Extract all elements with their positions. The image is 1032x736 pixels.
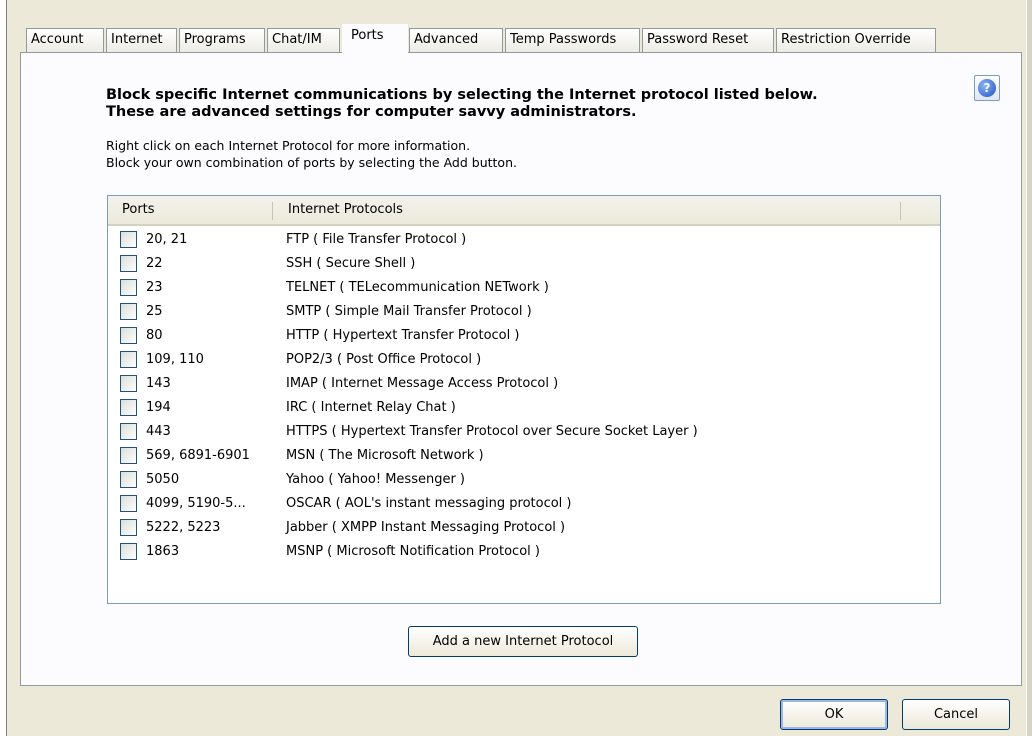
table-row[interactable]: 5050 Yahoo ( Yahoo! Messenger ) bbox=[108, 468, 940, 492]
page-heading: Block specific Internet communications b… bbox=[106, 87, 926, 121]
table-row[interactable]: 194 IRC ( Internet Relay Chat ) bbox=[108, 396, 940, 420]
port-cell: 5222, 5223 bbox=[146, 520, 221, 535]
tab-password-reset[interactable]: Password Reset bbox=[642, 28, 774, 52]
table-row[interactable]: 443 HTTPS ( Hypertext Transfer Protocol o… bbox=[108, 420, 940, 444]
table-row[interactable]: 1863 MSNP ( Microsoft Notification Protoc… bbox=[108, 540, 940, 564]
protocol-cell: HTTPS ( Hypertext Transfer Protocol over… bbox=[286, 424, 698, 439]
block-port-checkbox[interactable] bbox=[120, 399, 137, 416]
table-row[interactable]: 23 TELNET ( TELecommunication NETwork ) bbox=[108, 276, 940, 300]
heading-line-2: These are advanced settings for computer… bbox=[106, 104, 637, 120]
block-port-checkbox[interactable] bbox=[120, 519, 137, 536]
protocol-cell: Yahoo ( Yahoo! Messenger ) bbox=[286, 472, 466, 487]
port-cell: 443 bbox=[146, 424, 171, 439]
table-row[interactable]: 569, 6891-6901 MSN ( The Microsoft Networ… bbox=[108, 444, 940, 468]
port-cell: 194 bbox=[146, 400, 171, 415]
tab-internet[interactable]: Internet bbox=[106, 28, 177, 52]
port-cell: 109, 110 bbox=[146, 352, 204, 367]
block-port-checkbox[interactable] bbox=[120, 471, 137, 488]
table-row[interactable]: 80 HTTP ( Hypertext Transfer Protocol ) bbox=[108, 324, 940, 348]
window-left-edge bbox=[0, 0, 7, 736]
table-row[interactable]: 20, 21 FTP ( File Transfer Protocol ) bbox=[108, 228, 940, 252]
window-right-edge bbox=[1026, 0, 1032, 736]
block-port-checkbox[interactable] bbox=[120, 327, 137, 344]
intro-line-1: Right click on each Internet Protocol fo… bbox=[106, 138, 471, 153]
help-icon: ? bbox=[978, 79, 996, 97]
protocol-cell: OSCAR ( AOL's instant messaging protocol… bbox=[286, 496, 572, 511]
tab-chat-im[interactable]: Chat/IM bbox=[267, 28, 340, 52]
protocol-cell: MSN ( The Microsoft Network ) bbox=[286, 448, 484, 463]
column-divider[interactable] bbox=[900, 202, 901, 220]
protocol-cell: SSH ( Secure Shell ) bbox=[286, 256, 416, 271]
block-port-checkbox[interactable] bbox=[120, 231, 137, 248]
column-header-protocols[interactable]: Internet Protocols bbox=[274, 196, 900, 224]
column-header-ports[interactable]: Ports bbox=[108, 196, 272, 224]
table-row[interactable]: 25 SMTP ( Simple Mail Transfer Protocol ) bbox=[108, 300, 940, 324]
protocol-cell: FTP ( File Transfer Protocol ) bbox=[286, 232, 467, 247]
tab-bar: Account Internet Programs Chat/IM Ports … bbox=[26, 24, 936, 53]
protocol-cell: POP2/3 ( Post Office Protocol ) bbox=[286, 352, 482, 367]
block-port-checkbox[interactable] bbox=[120, 255, 137, 272]
port-cell: 4099, 5190-5... bbox=[146, 496, 246, 511]
intro-text: Right click on each Internet Protocol fo… bbox=[106, 137, 517, 171]
block-port-checkbox[interactable] bbox=[120, 351, 137, 368]
port-cell: 1863 bbox=[146, 544, 180, 559]
tab-account[interactable]: Account bbox=[26, 28, 104, 52]
table-row[interactable]: 143 IMAP ( Internet Message Access Protoc… bbox=[108, 372, 940, 396]
port-cell: 5050 bbox=[146, 472, 180, 487]
table-header: Ports Internet Protocols bbox=[108, 196, 940, 226]
protocol-cell: IMAP ( Internet Message Access Protocol … bbox=[286, 376, 559, 391]
add-protocol-button[interactable]: Add a new Internet Protocol bbox=[408, 626, 638, 657]
port-cell: 23 bbox=[146, 280, 163, 295]
heading-line-1: Block specific Internet communications b… bbox=[106, 87, 818, 103]
intro-line-2: Block your own combination of ports by s… bbox=[106, 155, 517, 170]
port-cell: 22 bbox=[146, 256, 163, 271]
protocol-cell: MSNP ( Microsoft Notification Protocol ) bbox=[286, 544, 540, 559]
table-row[interactable]: 5222, 5223 Jabber ( XMPP Instant Messagin… bbox=[108, 516, 940, 540]
protocol-cell: Jabber ( XMPP Instant Messaging Protocol… bbox=[286, 520, 566, 535]
table-row[interactable]: 109, 110 POP2/3 ( Post Office Protocol ) bbox=[108, 348, 940, 372]
protocol-cell: TELNET ( TELecommunication NETwork ) bbox=[286, 280, 549, 295]
table-row[interactable]: 4099, 5190-5... OSCAR ( AOL's instant mes… bbox=[108, 492, 940, 516]
column-divider[interactable] bbox=[272, 202, 273, 220]
cancel-button[interactable]: Cancel bbox=[902, 699, 1010, 730]
block-port-checkbox[interactable] bbox=[120, 543, 137, 560]
tab-restriction-override[interactable]: Restriction Override bbox=[776, 28, 936, 52]
tab-ports[interactable]: Ports bbox=[342, 24, 408, 53]
tab-programs[interactable]: Programs bbox=[179, 28, 265, 52]
ok-button[interactable]: OK bbox=[780, 699, 888, 730]
table-row[interactable]: 22 SSH ( Secure Shell ) bbox=[108, 252, 940, 276]
port-cell: 569, 6891-6901 bbox=[146, 448, 250, 463]
block-port-checkbox[interactable] bbox=[120, 495, 137, 512]
block-port-checkbox[interactable] bbox=[120, 279, 137, 296]
block-port-checkbox[interactable] bbox=[120, 375, 137, 392]
protocol-cell: HTTP ( Hypertext Transfer Protocol ) bbox=[286, 328, 520, 343]
block-port-checkbox[interactable] bbox=[120, 303, 137, 320]
tab-temp-passwords[interactable]: Temp Passwords bbox=[505, 28, 640, 52]
port-cell: 143 bbox=[146, 376, 171, 391]
tab-advanced[interactable]: Advanced bbox=[409, 28, 503, 52]
block-port-checkbox[interactable] bbox=[120, 447, 137, 464]
port-cell: 80 bbox=[146, 328, 163, 343]
port-cell: 20, 21 bbox=[146, 232, 188, 247]
block-port-checkbox[interactable] bbox=[120, 423, 137, 440]
port-cell: 25 bbox=[146, 304, 163, 319]
help-button[interactable]: ? bbox=[974, 75, 1000, 101]
protocol-cell: SMTP ( Simple Mail Transfer Protocol ) bbox=[286, 304, 532, 319]
protocol-cell: IRC ( Internet Relay Chat ) bbox=[286, 400, 456, 415]
ports-table[interactable]: Ports Internet Protocols 20, 21 FTP ( Fil… bbox=[107, 195, 941, 604]
